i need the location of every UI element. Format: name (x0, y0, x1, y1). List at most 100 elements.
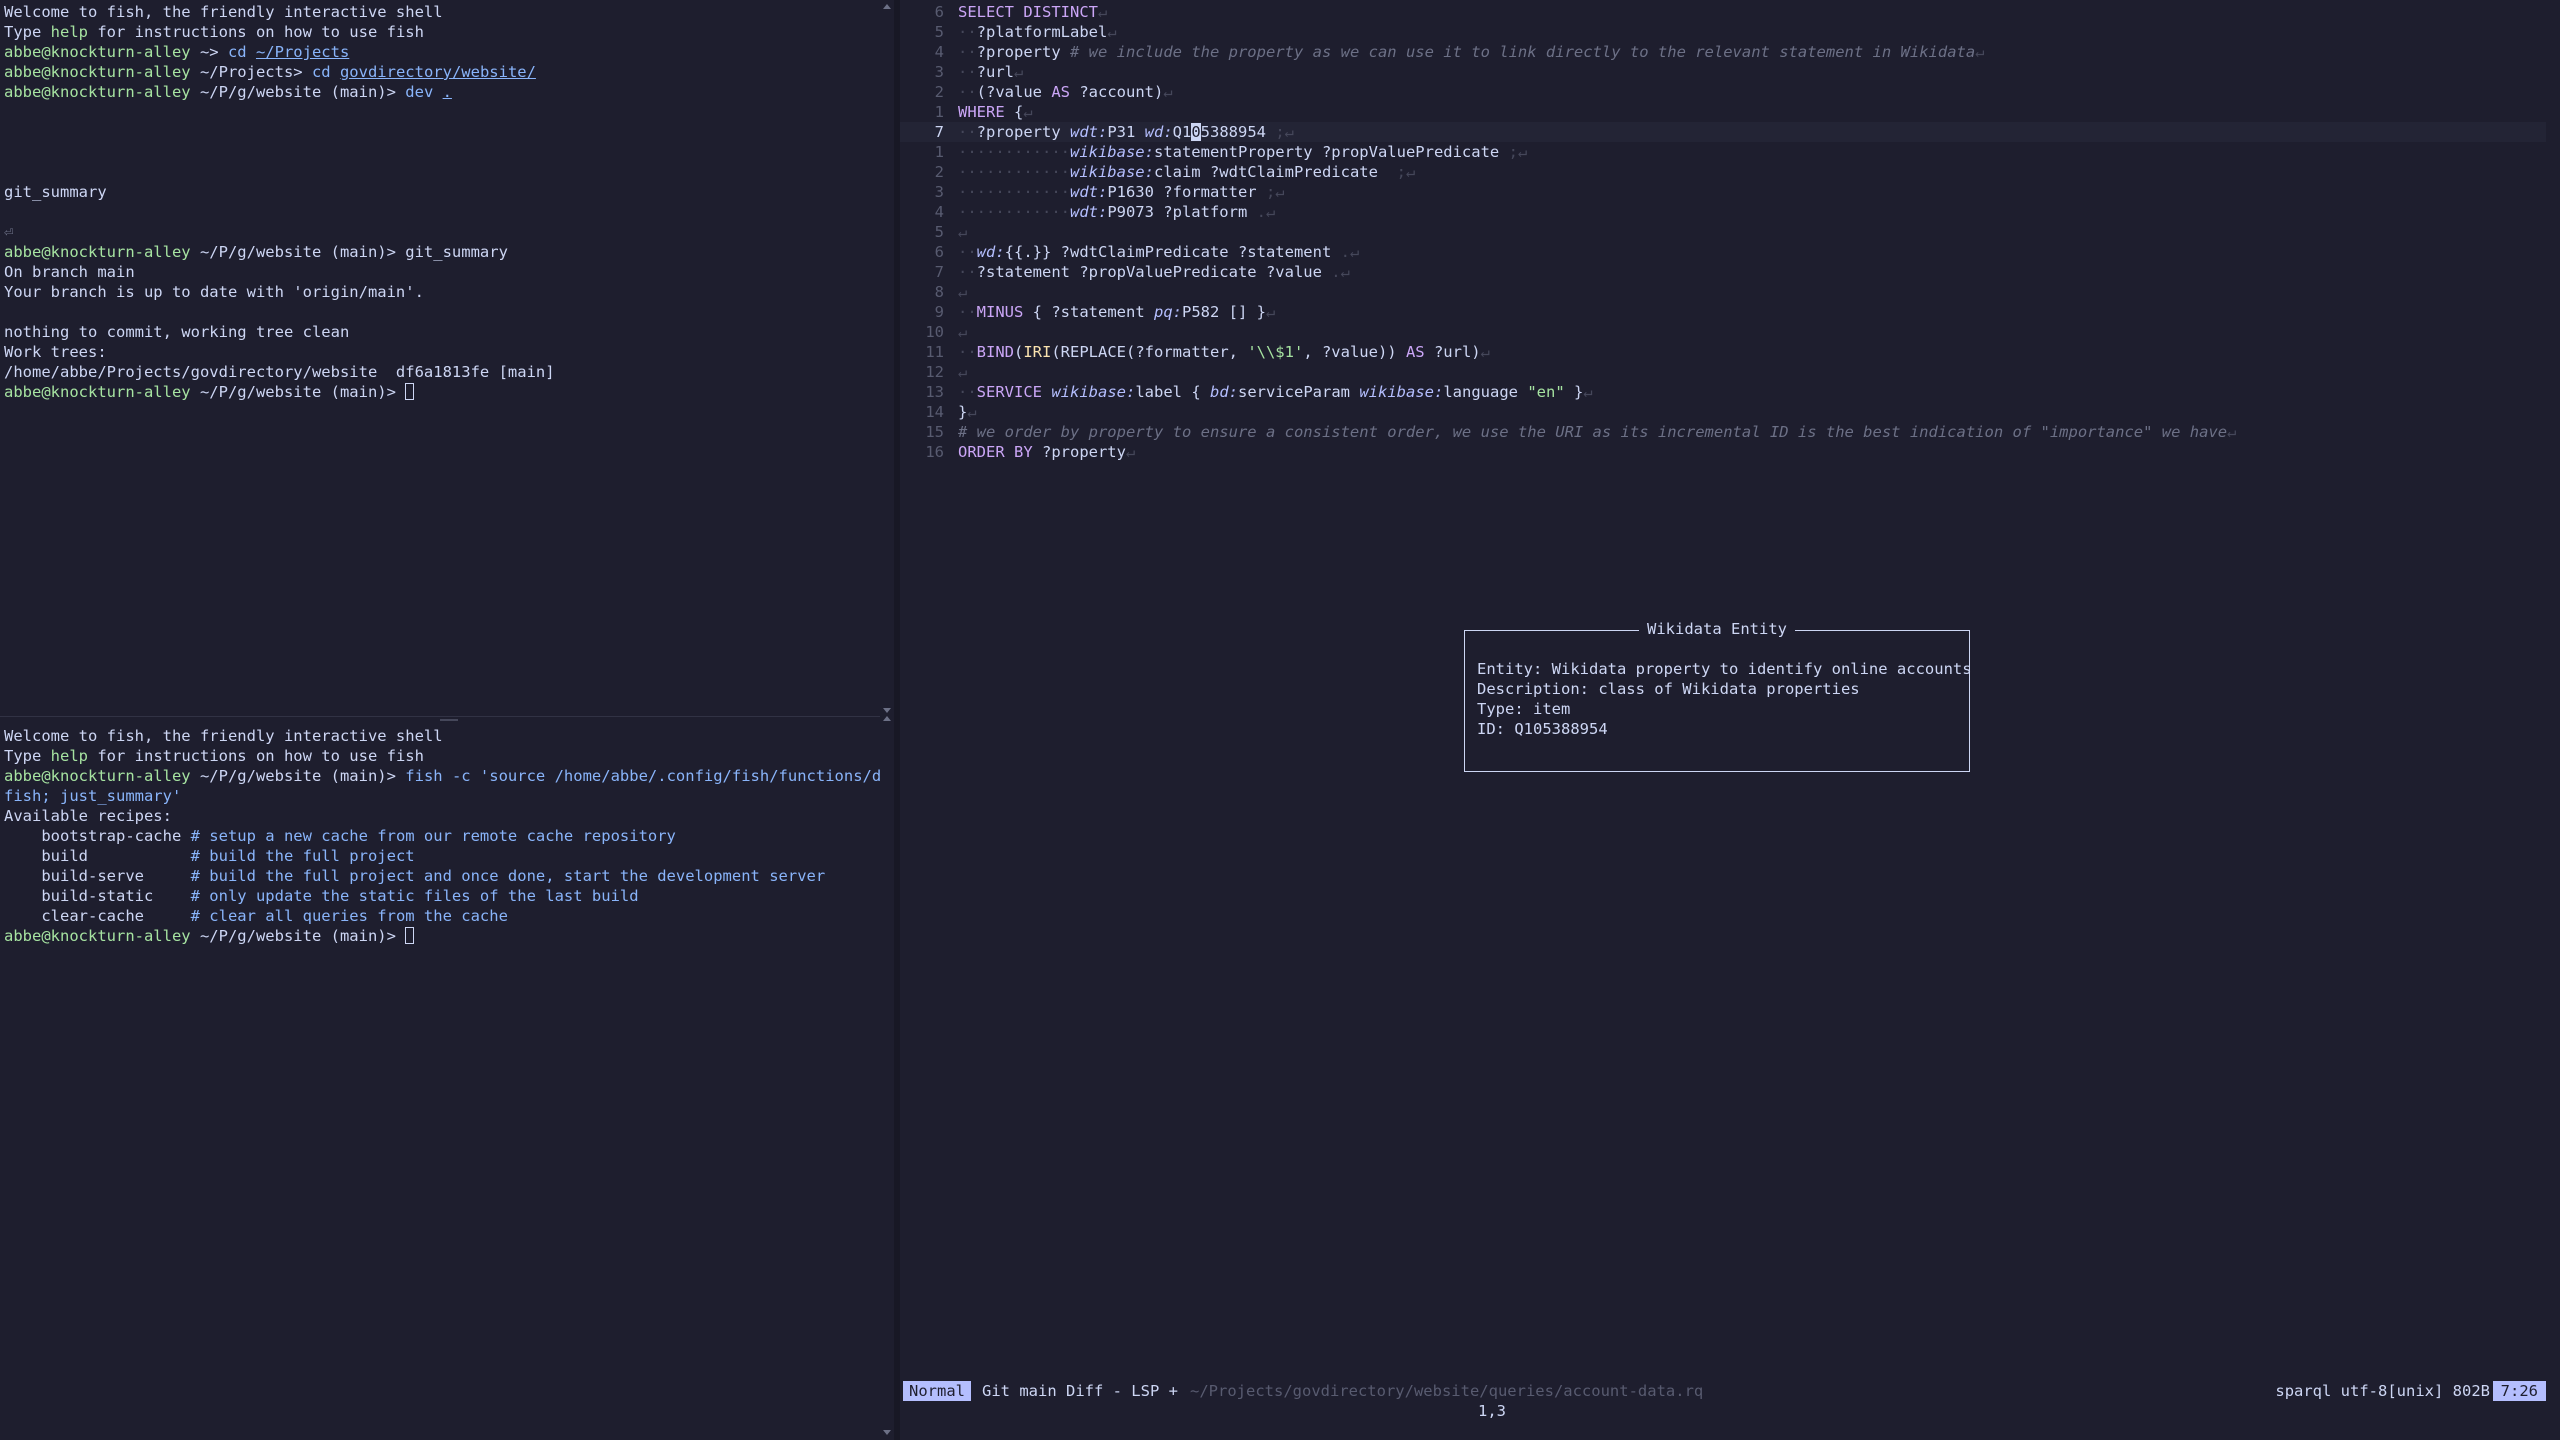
terminal-text: ~/Projects (255, 43, 350, 61)
code-line[interactable]: 14}↵ (900, 402, 2546, 422)
code-text: ORDER BY ?property↵ (948, 442, 1135, 462)
line-number: 3 (934, 183, 944, 201)
terminal-text: Welcome to fish, the friendly interactiv… (4, 3, 443, 21)
code-token: BIND (976, 343, 1014, 361)
code-token: ?platformLabel (976, 23, 1108, 41)
terminal-bottom-output: Welcome to fish, the friendly interactiv… (0, 724, 880, 948)
terminal-line: Your branch is up to date with 'origin/m… (4, 282, 876, 302)
code-token: wdt: (1070, 123, 1108, 141)
code-line[interactable]: 3 ············wdt:P1630 ?formatter ;↵ (900, 182, 2546, 202)
code-line[interactable]: 2 ············wikibase:claim ?wdtClaimPre… (900, 162, 2546, 182)
line-number: 14 (925, 403, 944, 421)
line-number: 13 (925, 383, 944, 401)
code-line[interactable]: 10 ↵ (900, 322, 2546, 342)
code-line[interactable]: 2 ··(?value AS ?account)↵ (900, 82, 2546, 102)
line-number: 11 (925, 343, 944, 361)
line-number: 2 (934, 83, 944, 101)
code-text: ↵ (948, 322, 967, 342)
code-line[interactable]: 9 ··MINUS { ?statement pq:P582 [] }↵ (900, 302, 2546, 322)
scroll-up-icon[interactable] (883, 716, 891, 721)
terminal-text: Available recipes: (4, 807, 172, 825)
code-token: IRI (1023, 343, 1052, 361)
terminal-text: help (50, 747, 88, 765)
code-token: {{.}} ?wdtClaimPredicate ?statement (1004, 243, 1341, 261)
pane-divider[interactable] (0, 716, 880, 724)
code-line[interactable]: 4 ············wdt:P9073 ?platform .↵ (900, 202, 2546, 222)
code-text: ··?url↵ (948, 62, 1023, 82)
code-token: ↵ (1340, 263, 1350, 281)
scroll-down-icon[interactable] (883, 1430, 891, 1435)
code-line[interactable]: 5 ↵ (900, 222, 2546, 242)
terminal-line: /home/abbe/Projects/govdirectory/website… (4, 362, 876, 382)
line-number: 1 (934, 143, 944, 161)
line-number: 6 (934, 3, 944, 21)
editor-buffer[interactable]: 6 SELECT DISTINCT↵ 5 ··?platformLabel↵ 4 ··?p… (900, 2, 2546, 462)
current-code-line[interactable]: 7 ··?property wdt:P31 wd:Q105388954 ;↵ (900, 122, 2546, 142)
code-text: ··(?value AS ?account)↵ (948, 82, 1173, 102)
terminal-text: Type (4, 747, 51, 765)
code-line[interactable]: 3 ··?url↵ (900, 62, 2546, 82)
editor-scrollbar[interactable] (2546, 0, 2560, 1440)
code-line[interactable]: 1 WHERE {↵ (900, 102, 2546, 122)
terminal-scrollbar[interactable] (880, 0, 894, 1440)
scroll-up-icon[interactable] (883, 4, 891, 9)
code-token: SERVICE (976, 383, 1042, 401)
terminal-text: help (50, 23, 88, 41)
code-token: ORDER BY (958, 443, 1033, 461)
code-line[interactable]: 16 ORDER BY ?property↵ (900, 442, 2546, 462)
code-line[interactable]: 11 ··BIND(IRI(REPLACE(?formatter, '\\$1',… (900, 342, 2546, 362)
code-line[interactable]: 6 SELECT DISTINCT↵ (900, 2, 2546, 22)
code-token: P582 [] } (1182, 303, 1266, 321)
code-line[interactable]: 6 ··wd:{{.}} ?wdtClaimPredicate ?statemen… (900, 242, 2546, 262)
code-text: ············wikibase:statementProperty ?… (948, 142, 1527, 162)
terminal-text: govdirectory/website/ (339, 63, 536, 81)
divider-grip[interactable] (440, 719, 458, 721)
terminal-line: abbe@knockturn-alley ~/P/g/website (main… (4, 82, 876, 102)
terminal-text: clear-cache (4, 907, 191, 925)
code-line[interactable]: 15 # we order by property to ensure a con… (900, 422, 2546, 442)
code-token: ············ (958, 203, 1070, 221)
code-line[interactable]: 4 ··?property # we include the property a… (900, 42, 2546, 62)
code-editor[interactable]: 6 SELECT DISTINCT↵ 5 ··?platformLabel↵ 4 ··?p… (900, 0, 2546, 1440)
terminal-text: abbe@knockturn-alley (4, 927, 191, 945)
code-text: ··MINUS { ?statement pq:P582 [] }↵ (948, 302, 1275, 322)
code-line[interactable]: 8 ↵ (900, 282, 2546, 302)
code-token: (REPLACE(?formatter, (1051, 343, 1248, 361)
code-line[interactable]: 1 ············wikibase:statementProperty … (900, 142, 2546, 162)
code-token: { ?statement (1023, 303, 1154, 321)
code-text: ↵ (948, 222, 967, 242)
popup-line: Description: class of Wikidata propertie… (1477, 680, 1860, 698)
terminal-text: nothing to commit, working tree clean (4, 323, 350, 341)
code-token: ↵ (2227, 423, 2237, 441)
code-token: ?property (1032, 443, 1126, 461)
line-number: 3 (934, 63, 944, 81)
code-token: ·· (958, 383, 977, 401)
code-token: , ?value)) (1303, 343, 1406, 361)
hover-popup: Wikidata Entity Entity: Wikidata propert… (1464, 620, 1972, 772)
code-token: ·· (958, 83, 977, 101)
line-number: 15 (925, 423, 944, 441)
code-line[interactable]: 5 ··?platformLabel↵ (900, 22, 2546, 42)
code-token: ·· (958, 243, 977, 261)
code-text: ··SERVICE wikibase:label { bd:servicePar… (948, 382, 1593, 402)
code-token: ↵ (958, 223, 968, 241)
code-token: ; (1265, 183, 1276, 201)
scroll-down-icon[interactable] (883, 708, 891, 713)
terminal-text: abbe@knockturn-alley (4, 383, 191, 401)
code-line[interactable]: 7 ··?statement ?propValuePredicate ?value… (900, 262, 2546, 282)
desktop: Welcome to fish, the friendly interactiv… (0, 0, 2560, 1440)
terminal-line: Work trees: (4, 342, 876, 362)
code-line[interactable]: 13 ··SERVICE wikibase:label { bd:serviceP… (900, 382, 2546, 402)
code-token: MINUS (976, 303, 1024, 321)
code-token: ·· (958, 123, 977, 141)
code-token: ↵ (1097, 3, 1108, 21)
code-line[interactable]: 12 ↵ (900, 362, 2546, 382)
terminal-bottom[interactable]: Welcome to fish, the friendly interactiv… (0, 724, 880, 1440)
terminal-top[interactable]: Welcome to fish, the friendly interactiv… (0, 0, 880, 716)
terminal-line: clear-cache # clear all queries from the… (4, 906, 876, 926)
code-token: wd: (1144, 123, 1173, 141)
code-token: ·· (958, 343, 977, 361)
